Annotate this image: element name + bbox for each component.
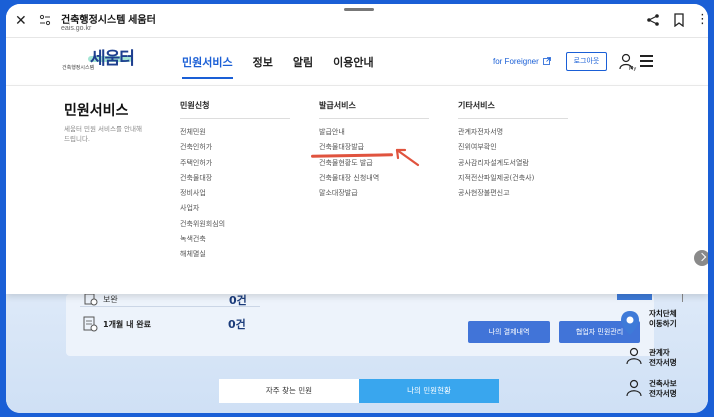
menu-item[interactable]: 주택인허가 [180, 158, 290, 173]
menu-item[interactable]: 말소대장발급 [319, 188, 429, 203]
divider [80, 306, 260, 307]
menu-item[interactable]: 공사감리자설계도서열람 [458, 158, 568, 173]
menu-item[interactable]: 지적전산파일제공(건축사) [458, 173, 568, 188]
nav-item-info[interactable]: 정보 [253, 54, 273, 79]
nav-item-notice[interactable]: 알림 [293, 54, 313, 79]
logout-button[interactable]: 로그아웃 [566, 52, 607, 71]
external-link-icon [543, 57, 551, 65]
menu-item[interactable]: 건축인허가 [180, 142, 290, 157]
site-settings-icon[interactable] [39, 14, 51, 26]
side-menu-local-gov[interactable]: 자치단체 이동하기 [649, 309, 677, 329]
map-pin-icon[interactable] [618, 309, 642, 337]
tab-my-civil-status[interactable]: 나의 민원현황 [359, 379, 499, 403]
for-foreigner-link[interactable]: for Foreigner [493, 57, 551, 66]
side-menu-label: 건축사보 [649, 379, 677, 388]
tab-frequent-civil[interactable]: 자주 찾는 민원 [219, 379, 359, 403]
site-header: 세움터 건축행정시스템 민원서비스 정보 알림 이용안내 for Foreign… [6, 38, 708, 86]
menu-item[interactable]: 녹색건축 [180, 234, 290, 249]
status-label: 1개월 내 완료 [103, 320, 151, 329]
document-check-icon [83, 316, 98, 332]
side-menu-label: 자치단체 [649, 309, 677, 318]
screen-frame: ✕ 건축행정시스템 세움터 eais.go.kr ⋮ 세움터 건축행정시스템 민… [6, 4, 708, 413]
menu-column-apply: 민원신청 전체민원 건축인허가 주택인허가 건축물대장 정비사업 사업자 건축위… [180, 100, 290, 265]
person-icon [626, 379, 642, 397]
my-page-icon[interactable]: My [619, 53, 637, 71]
status-count[interactable]: 0건 [228, 316, 246, 332]
scroll-indicator [682, 294, 683, 302]
side-menu-stakeholder-sign[interactable]: 관계자 전자서명 [649, 348, 677, 368]
browser-url: eais.go.kr [61, 25, 92, 32]
main-nav: 민원서비스 정보 알림 이용안내 [182, 54, 374, 79]
supplement-icon [84, 294, 98, 306]
menu-item[interactable]: 해체멸실 [180, 249, 290, 264]
status-label: 보완 [103, 295, 118, 304]
logo-subtitle: 건축행정시스템 [62, 65, 95, 71]
annotation-arrow-icon [395, 148, 420, 167]
logo-text: 세움터 [90, 49, 135, 68]
share-icon[interactable] [646, 13, 660, 27]
menu-item[interactable]: 관계자전자서명 [458, 127, 568, 142]
menu-column-other: 기타서비스 관계자전자서명 진위여부확인 공사감리자설계도서열람 지적전산파일제… [458, 100, 568, 203]
menu-item[interactable]: 건축물대장 신청내역 [319, 173, 429, 188]
menu-item[interactable]: 사업자 [180, 203, 290, 218]
nav-item-civil-service[interactable]: 민원서비스 [182, 54, 233, 79]
person-icon [626, 347, 642, 365]
menu-item[interactable]: 공사현장불편신고 [458, 188, 568, 203]
column-title: 기타서비스 [458, 100, 568, 119]
side-menu-architect-sign[interactable]: 건축사보 전자서명 [649, 379, 677, 399]
side-menu-label: 전자서명 [649, 358, 677, 367]
column-title: 민원신청 [180, 100, 290, 119]
browser-page-title: 건축행정시스템 세움터 [61, 15, 156, 26]
svg-text:My: My [629, 66, 636, 71]
menu-item[interactable]: 정비사업 [180, 188, 290, 203]
menu-item[interactable]: 건축위원회심의 [180, 219, 290, 234]
side-panel-toggle-icon[interactable] [694, 250, 708, 266]
mega-menu-title: 민원서비스 [64, 103, 129, 119]
dashboard-background: 보완 0건 1개월 내 완료 0건 나의 결제내역 협업자 민원관리 자주 찾는… [6, 294, 708, 413]
more-options-icon[interactable]: ⋮ [696, 13, 708, 27]
nav-item-guide[interactable]: 이용안내 [333, 54, 373, 79]
drag-handle[interactable] [344, 8, 374, 11]
menu-item[interactable]: 건축물대장 [180, 173, 290, 188]
my-payment-history-button[interactable]: 나의 결제내역 [468, 321, 550, 343]
side-menu-label: 관계자 [649, 348, 670, 357]
column-title: 발급서비스 [319, 100, 429, 119]
mega-menu-description: 세움터 민원 서비스를 안내해드립니다. [64, 125, 142, 143]
menu-item[interactable]: 발급안내 [319, 127, 429, 142]
browser-toolbar: ✕ 건축행정시스템 세움터 eais.go.kr ⋮ [6, 4, 708, 38]
accent-bar [617, 294, 652, 300]
bookmark-icon[interactable] [673, 13, 685, 27]
side-menu-label: 이동하기 [649, 319, 677, 328]
side-menu-label: 전자서명 [649, 389, 677, 398]
menu-item[interactable]: 전체민원 [180, 127, 290, 142]
mega-menu: 민원서비스 세움터 민원 서비스를 안내해드립니다. 민원신청 전체민원 건축인… [6, 86, 708, 294]
for-foreigner-label: for Foreigner [493, 57, 539, 66]
menu-item[interactable]: 진위여부확인 [458, 142, 568, 157]
hamburger-menu-icon[interactable] [640, 55, 653, 67]
close-icon[interactable]: ✕ [15, 13, 27, 29]
